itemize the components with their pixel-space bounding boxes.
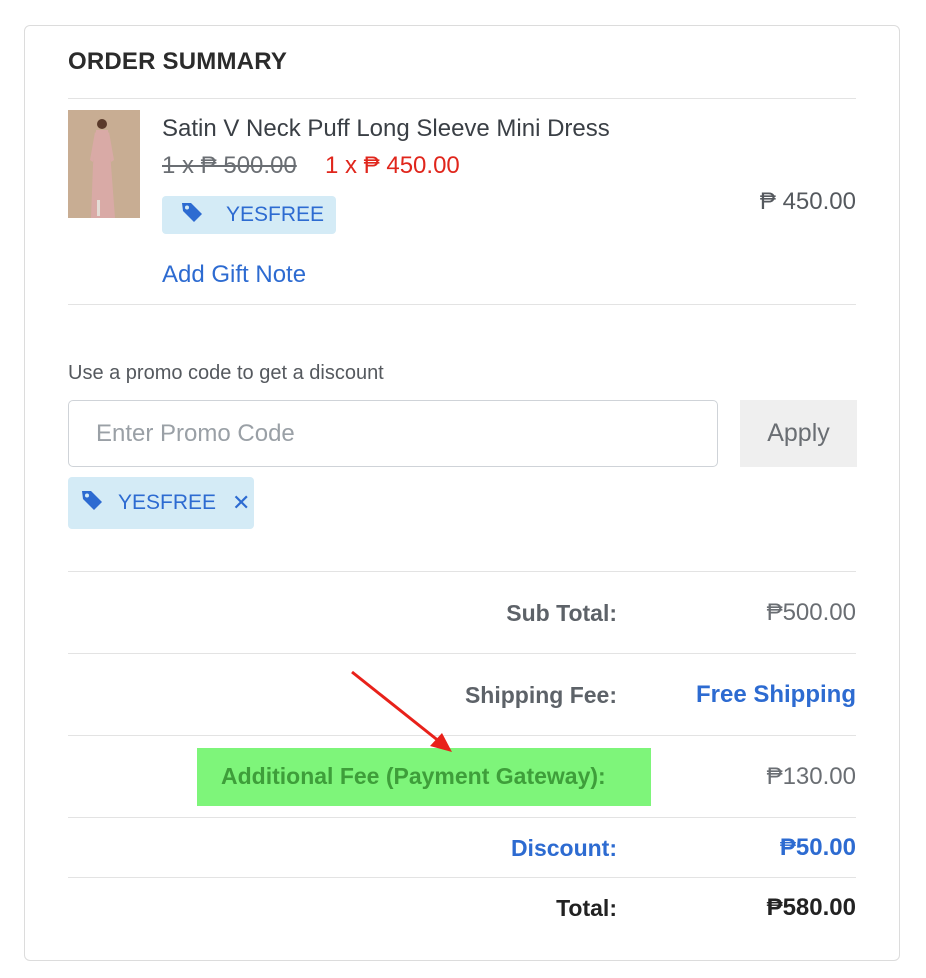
divider <box>68 653 856 654</box>
divider <box>68 735 856 736</box>
item-promo-chip: YESFREE <box>162 196 336 234</box>
shipping-label: Shipping Fee: <box>464 682 617 708</box>
discount-label: Discount: <box>510 835 617 861</box>
divider <box>68 98 856 99</box>
product-name[interactable]: Satin V Neck Puff Long Sleeve Mini Dress <box>162 115 610 143</box>
divider <box>68 817 856 818</box>
item-promo-code: YESFREE <box>226 203 325 226</box>
order-summary-title: ORDER SUMMARY <box>68 48 288 75</box>
shipping-value: Free Shipping <box>695 681 856 708</box>
total-value: ₱580.00 <box>766 894 856 921</box>
subtotal-label: Sub Total: <box>506 600 617 626</box>
add-gift-note-link[interactable]: Add Gift Note <box>162 261 306 289</box>
additional-fee-value: ₱130.00 <box>766 763 856 790</box>
product-thumbnail[interactable] <box>68 110 140 218</box>
applied-promo-code: YESFREE <box>118 491 217 514</box>
subtotal-value: ₱500.00 <box>766 599 856 626</box>
divider <box>68 877 856 878</box>
divider <box>68 304 856 305</box>
line-total: ₱ 450.00 <box>759 188 856 215</box>
original-price: 1 x ₱ 500.00 <box>162 152 297 179</box>
additional-fee-label: Additional Fee (Payment Gateway): <box>221 763 606 789</box>
tag-icon <box>180 200 204 230</box>
sale-price: 1 x ₱ 450.00 <box>325 152 460 179</box>
apply-button[interactable]: Apply <box>740 400 857 467</box>
applied-promo-chip: YESFREE ✕ <box>68 477 254 529</box>
promo-label: Use a promo code to get a discount <box>68 362 384 384</box>
total-label: Total: <box>556 895 617 921</box>
divider <box>68 571 856 572</box>
close-icon[interactable]: ✕ <box>232 490 250 516</box>
promo-code-input[interactable] <box>68 400 718 467</box>
tag-icon <box>80 488 104 518</box>
order-summary-card: ORDER SUMMARY Satin V Neck Puff Long Sle… <box>24 25 900 961</box>
discount-value: ₱50.00 <box>779 834 856 861</box>
